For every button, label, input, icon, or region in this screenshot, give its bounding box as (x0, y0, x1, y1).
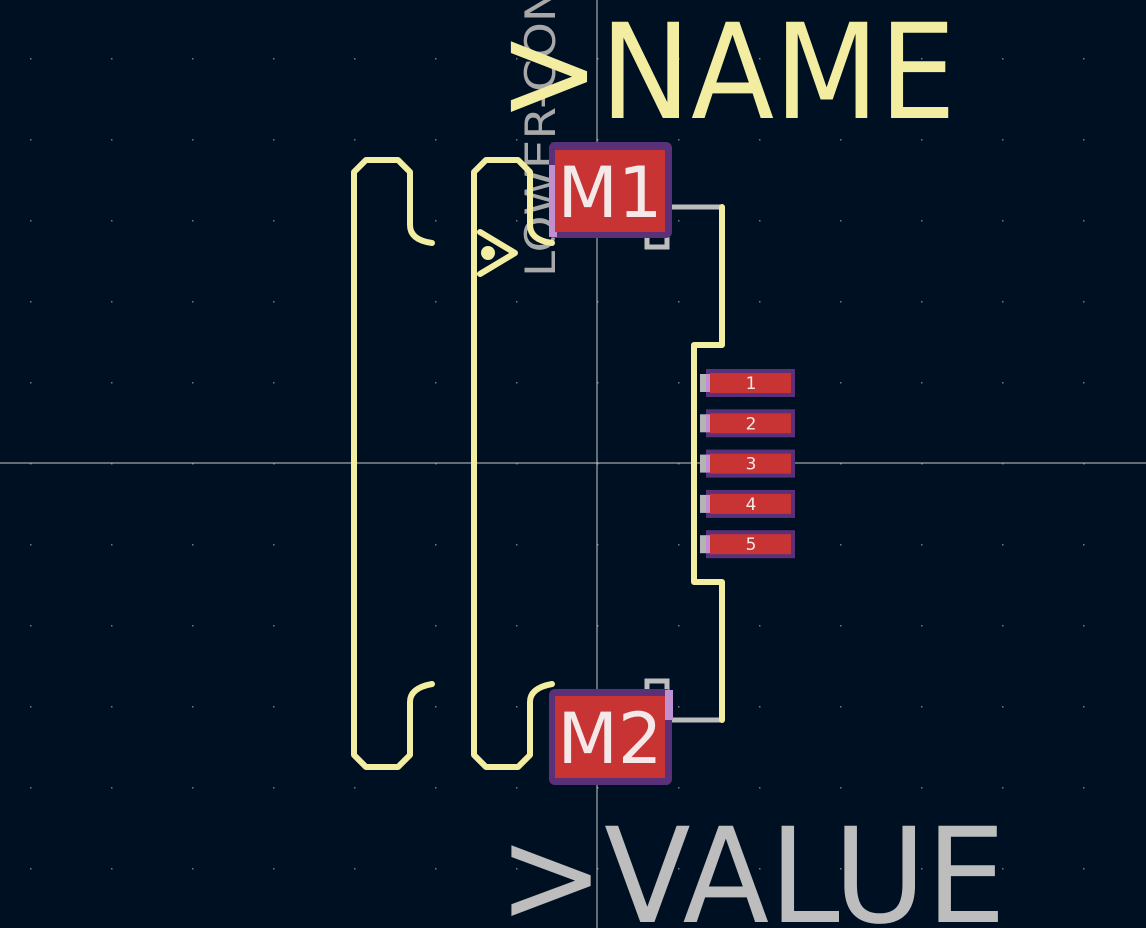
pad-number-label: 2 (746, 414, 757, 434)
pad-M2[interactable]: M2 (549, 689, 673, 785)
pad-5[interactable]: 5 (700, 530, 795, 559)
footprint-name-field[interactable]: >NAME (498, 0, 956, 150)
footprint-view[interactable]: LOWER-CON M1 M2 12345 >NAME >VALUE (0, 0, 1146, 928)
pad-2[interactable]: 2 (700, 409, 795, 438)
pad-1[interactable]: 1 (700, 369, 795, 397)
footprint-value-field[interactable]: >VALUE (498, 800, 1006, 928)
pad-number-label: 5 (746, 535, 757, 555)
pad-number-label: 1 (746, 374, 757, 394)
pad-M1-label: M1 (558, 152, 663, 234)
pin1-dot-icon (481, 246, 495, 260)
pcb-footprint-canvas[interactable]: LOWER-CON M1 M2 12345 >NAME >VALUE (0, 0, 1146, 928)
pad-number-label: 3 (746, 455, 757, 475)
pad-M2-label: M2 (558, 698, 663, 780)
pad-3[interactable]: 3 (700, 449, 795, 478)
pad-4[interactable]: 4 (700, 489, 795, 518)
pad-number-label: 4 (746, 495, 757, 515)
pad-M1[interactable]: M1 (549, 142, 672, 238)
